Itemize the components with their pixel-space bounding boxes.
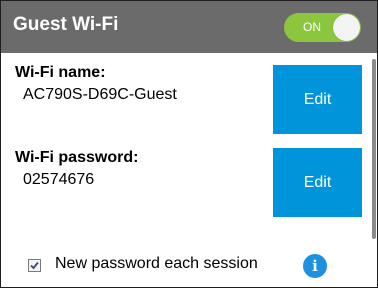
- edit-wifi-name-button[interactable]: Edit: [273, 65, 362, 134]
- new-password-label: New password each session: [55, 255, 258, 272]
- panel-title: Guest Wi-Fi: [13, 14, 119, 35]
- checkmark-icon: [30, 261, 39, 270]
- guest-wifi-toggle[interactable]: ON: [284, 13, 361, 42]
- info-icon[interactable]: i: [303, 254, 327, 278]
- scrollbar[interactable]: [372, 59, 376, 239]
- wifi-password-value: 02574676: [23, 171, 95, 188]
- wifi-name-value: AC790S-D69C-Guest: [23, 86, 177, 103]
- wifi-password-label: Wi-Fi password:: [15, 149, 139, 166]
- toggle-state-label: ON: [303, 20, 321, 34]
- toggle-knob: [333, 14, 360, 41]
- guest-wifi-panel: Guest Wi-Fi ON Wi-Fi name: AC790S-D69C-G…: [0, 0, 378, 288]
- panel-header: Guest Wi-Fi ON: [1, 1, 377, 53]
- new-password-checkbox[interactable]: [28, 259, 41, 272]
- edit-wifi-password-button[interactable]: Edit: [273, 148, 362, 217]
- wifi-name-label: Wi-Fi name:: [15, 64, 106, 81]
